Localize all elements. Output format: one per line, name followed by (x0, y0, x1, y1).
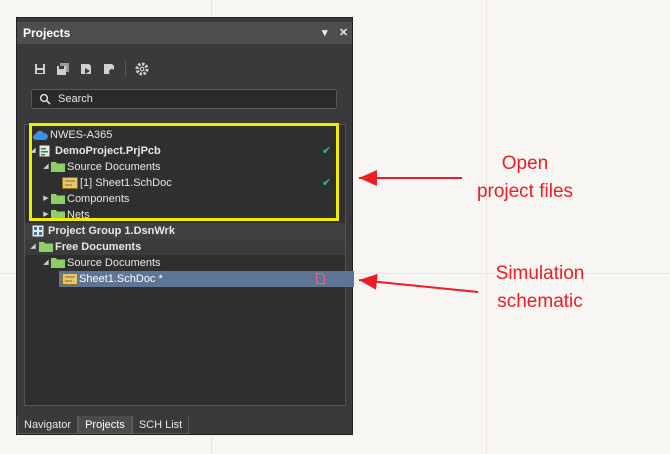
simulation-arrow (358, 273, 479, 293)
callout-line: Simulation (495, 263, 585, 284)
callout-line: project files (476, 181, 574, 202)
annotation-arrows (358, 170, 479, 293)
callout-line: schematic (497, 291, 583, 312)
callout-line: Open (501, 153, 549, 174)
open-project-callout: Open project files (460, 150, 590, 206)
simulation-callout: Simulation schematic (475, 260, 605, 316)
